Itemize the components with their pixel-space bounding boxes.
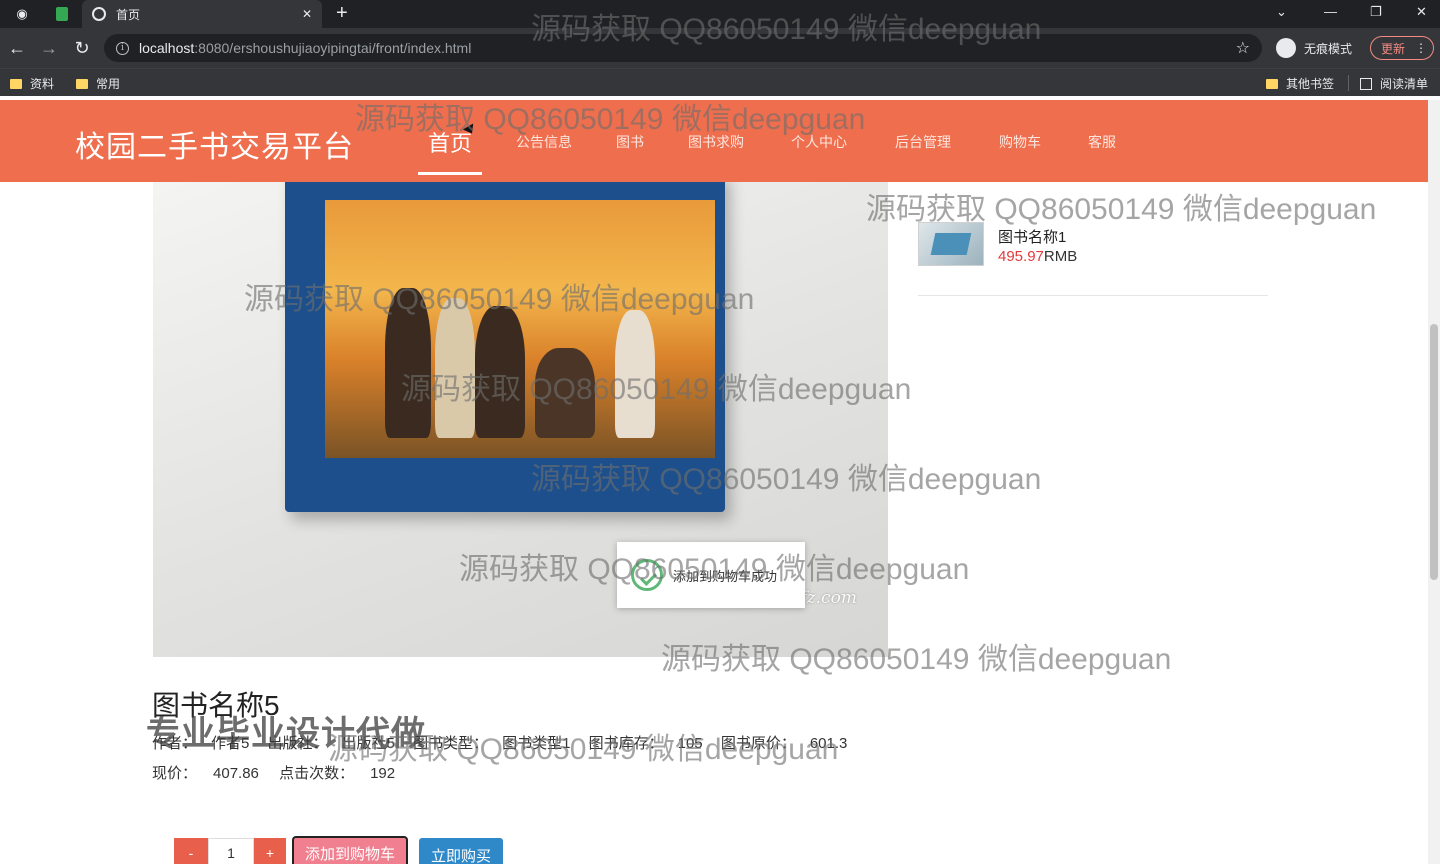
clicks-label: 点击次数： xyxy=(279,765,355,782)
restore-icon[interactable]: ❐ xyxy=(1370,4,1382,20)
meta-value: 601.3 xyxy=(809,735,848,752)
click-count: 192 xyxy=(370,765,396,782)
bookmark-folder-changyong[interactable]: 常用 xyxy=(76,75,120,92)
update-button[interactable]: 更新 ⋮ xyxy=(1370,36,1434,60)
globe-icon xyxy=(92,7,106,21)
buy-now-button[interactable]: 立即购买 xyxy=(419,838,503,864)
bookmark-folder-ziliao[interactable]: 资料 xyxy=(10,75,54,92)
update-label: 更新 xyxy=(1381,41,1406,56)
recommended-book-title[interactable]: 图书名称1 xyxy=(998,226,1066,247)
browser-menu-icon[interactable]: ◉ xyxy=(12,4,32,24)
site-info-icon[interactable]: i xyxy=(116,41,129,55)
sheets-tab-icon[interactable] xyxy=(52,4,72,24)
check-circle-icon xyxy=(631,559,663,591)
bookmarks-divider xyxy=(1348,75,1349,91)
bookmarks-bar: 资料 常用 其他书签 阅读清单 xyxy=(0,68,1440,96)
scrollbar-thumb[interactable] xyxy=(1430,324,1438,580)
nav-book-requests[interactable]: 图书求购 xyxy=(688,132,744,152)
meta-label: 图书库存： xyxy=(588,735,664,752)
other-bookmarks[interactable]: 其他书签 xyxy=(1266,75,1334,92)
browser-tabstrip: ◉ 首页 ✕ + ⌄ — ❐ ✕ xyxy=(0,0,1440,28)
main-content: www.kongfz.com 添加到购物车成功 图书名称1 495.97RMB … xyxy=(0,182,1428,864)
folder-icon xyxy=(10,78,22,89)
incognito-icon xyxy=(1276,38,1296,58)
figure-shape xyxy=(475,306,525,438)
reload-icon[interactable]: ↻ xyxy=(70,36,94,60)
quantity-increment-button[interactable]: + xyxy=(254,838,286,864)
recommended-book-thumbnail[interactable] xyxy=(918,222,984,266)
reading-list[interactable]: 阅读清单 xyxy=(1360,75,1428,92)
price-unit: RMB xyxy=(1043,248,1078,265)
toast-message: 添加到购物车成功 xyxy=(673,568,778,584)
url-host: localhost xyxy=(139,40,195,56)
minimize-icon[interactable]: — xyxy=(1324,4,1337,19)
url-path: :8080/ershoushujiaoyipingtai/front/index… xyxy=(194,40,472,56)
browser-toolbar: ← → ↻ i localhost:8080/ershoushujiaoyipi… xyxy=(0,28,1440,68)
nav-personal-center[interactable]: 个人中心 xyxy=(791,132,847,152)
back-icon[interactable]: ← xyxy=(5,36,29,60)
site-header: 校园二手书交易平台 首页 公告信息 图书 图书求购 个人中心 后台管理 购物车 … xyxy=(0,100,1428,182)
meta-label: 图书原价： xyxy=(720,735,796,752)
folder-icon xyxy=(1266,78,1278,89)
close-window-icon[interactable]: ✕ xyxy=(1416,4,1427,20)
book-price-line: 现价： 407.86 点击次数： 192 xyxy=(152,762,411,783)
success-toast: 添加到购物车成功 xyxy=(617,542,805,608)
more-menu-icon[interactable]: ⋮ xyxy=(1415,41,1427,55)
quantity-decrement-button[interactable]: - xyxy=(174,838,208,864)
forward-icon[interactable]: → xyxy=(37,36,61,60)
nav-admin[interactable]: 后台管理 xyxy=(895,132,951,152)
book-cover-art xyxy=(325,200,715,458)
nav-customer-service[interactable]: 客服 xyxy=(1088,132,1116,152)
folder-icon xyxy=(76,78,88,89)
address-bar[interactable]: i localhost:8080/ershoushujiaoyipingtai/… xyxy=(104,34,1262,62)
bookmark-label: 资料 xyxy=(30,77,55,91)
add-to-cart-button[interactable]: 添加到购物车 xyxy=(292,836,408,864)
other-bookmarks-label: 其他书签 xyxy=(1286,77,1335,91)
nav-cart[interactable]: 购物车 xyxy=(999,132,1041,152)
current-price: 407.86 xyxy=(213,765,259,782)
meta-value: 图书类型1 xyxy=(502,735,571,752)
reading-list-label: 阅读清单 xyxy=(1380,77,1429,91)
figure-shape xyxy=(535,348,595,438)
quantity-input[interactable]: 1 xyxy=(208,838,254,864)
figure-shape xyxy=(435,298,475,438)
new-tab-button[interactable]: + xyxy=(336,2,348,25)
promo-overlay-text: 专业毕业设计代做 xyxy=(146,715,426,753)
tab-search-icon[interactable]: ⌄ xyxy=(1276,4,1287,20)
site-brand[interactable]: 校园二手书交易平台 xyxy=(75,122,354,166)
recommended-book-item[interactable]: 图书名称1 495.97RMB xyxy=(918,222,1268,296)
nav-announcements[interactable]: 公告信息 xyxy=(516,132,572,152)
reading-list-icon xyxy=(1360,77,1372,90)
figure-shape xyxy=(385,288,431,438)
book-cover xyxy=(285,182,725,512)
nav-books[interactable]: 图书 xyxy=(616,132,644,152)
incognito-label: 无痕模式 xyxy=(1304,41,1353,56)
current-price-label: 现价： xyxy=(152,765,198,782)
nav-active-indicator xyxy=(418,172,482,175)
tab-home[interactable]: 首页 ✕ xyxy=(82,0,322,28)
incognito-indicator[interactable]: 无痕模式 xyxy=(1276,36,1352,60)
bookmark-star-icon[interactable]: ☆ xyxy=(1236,38,1250,58)
meta-value: 105 xyxy=(677,735,703,752)
price-value: 495.97 xyxy=(998,248,1044,265)
page-scrollbar[interactable] xyxy=(1428,100,1440,864)
tab-close-icon[interactable]: ✕ xyxy=(302,7,312,21)
figure-shape xyxy=(615,310,655,438)
recommended-book-price: 495.97RMB xyxy=(998,248,1077,265)
tab-title: 首页 xyxy=(116,7,141,22)
bookmark-label: 常用 xyxy=(96,77,121,91)
